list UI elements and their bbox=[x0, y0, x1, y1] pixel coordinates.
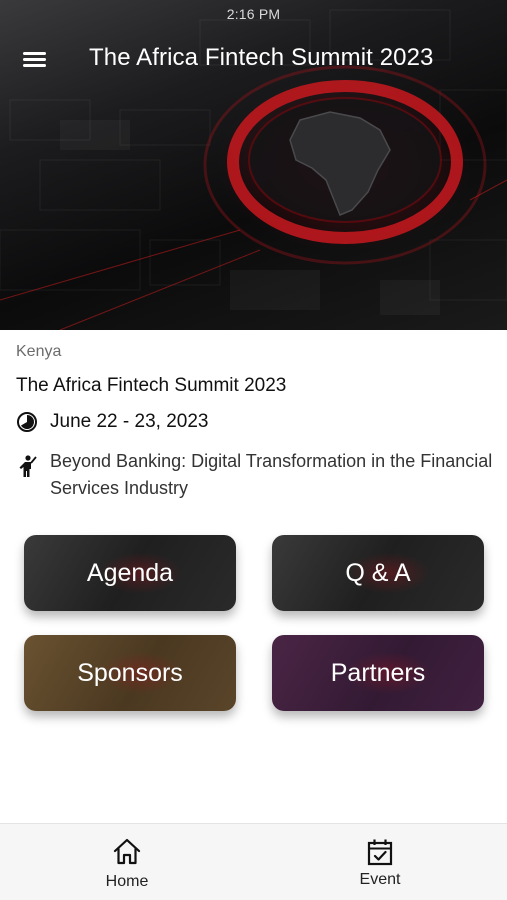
bottom-nav: Home Event bbox=[0, 823, 507, 900]
person-presenting-icon bbox=[19, 455, 37, 477]
partners-label: Partners bbox=[330, 658, 426, 687]
event-country: Kenya bbox=[16, 343, 62, 360]
calendar-check-icon bbox=[367, 839, 393, 866]
event-theme-row: Beyond Banking: Digital Transformation i… bbox=[16, 448, 496, 502]
app-title: The Africa Fintech Summit 2023 bbox=[89, 44, 434, 71]
qa-button[interactable]: Q & A bbox=[272, 535, 484, 611]
nav-label-event: Event bbox=[359, 871, 401, 888]
hamburger-menu-icon[interactable] bbox=[22, 48, 48, 72]
nav-item-event[interactable]: Event bbox=[320, 836, 440, 889]
nav-label-home: Home bbox=[105, 873, 149, 890]
agenda-button[interactable]: Agenda bbox=[24, 535, 236, 611]
hero-banner: 2:16 PM The Africa Fintech Summit 2023 bbox=[0, 0, 507, 330]
qa-label: Q & A bbox=[345, 558, 411, 587]
event-date-row: June 22 - 23, 2023 bbox=[16, 411, 208, 433]
nav-item-home[interactable]: Home bbox=[67, 836, 187, 891]
menu-bar bbox=[23, 64, 46, 67]
status-bar-time: 2:16 PM bbox=[226, 6, 281, 22]
menu-bar bbox=[23, 58, 46, 61]
home-icon bbox=[113, 838, 141, 865]
event-theme: Beyond Banking: Digital Transformation i… bbox=[50, 451, 493, 498]
sponsors-button[interactable]: Sponsors bbox=[24, 635, 236, 711]
event-date: June 22 - 23, 2023 bbox=[50, 411, 209, 432]
agenda-label: Agenda bbox=[86, 558, 174, 587]
event-name: The Africa Fintech Summit 2023 bbox=[16, 375, 287, 396]
menu-bar bbox=[23, 52, 46, 55]
partners-button[interactable]: Partners bbox=[272, 635, 484, 711]
sponsors-label: Sponsors bbox=[77, 658, 183, 687]
clock-icon bbox=[17, 412, 37, 432]
